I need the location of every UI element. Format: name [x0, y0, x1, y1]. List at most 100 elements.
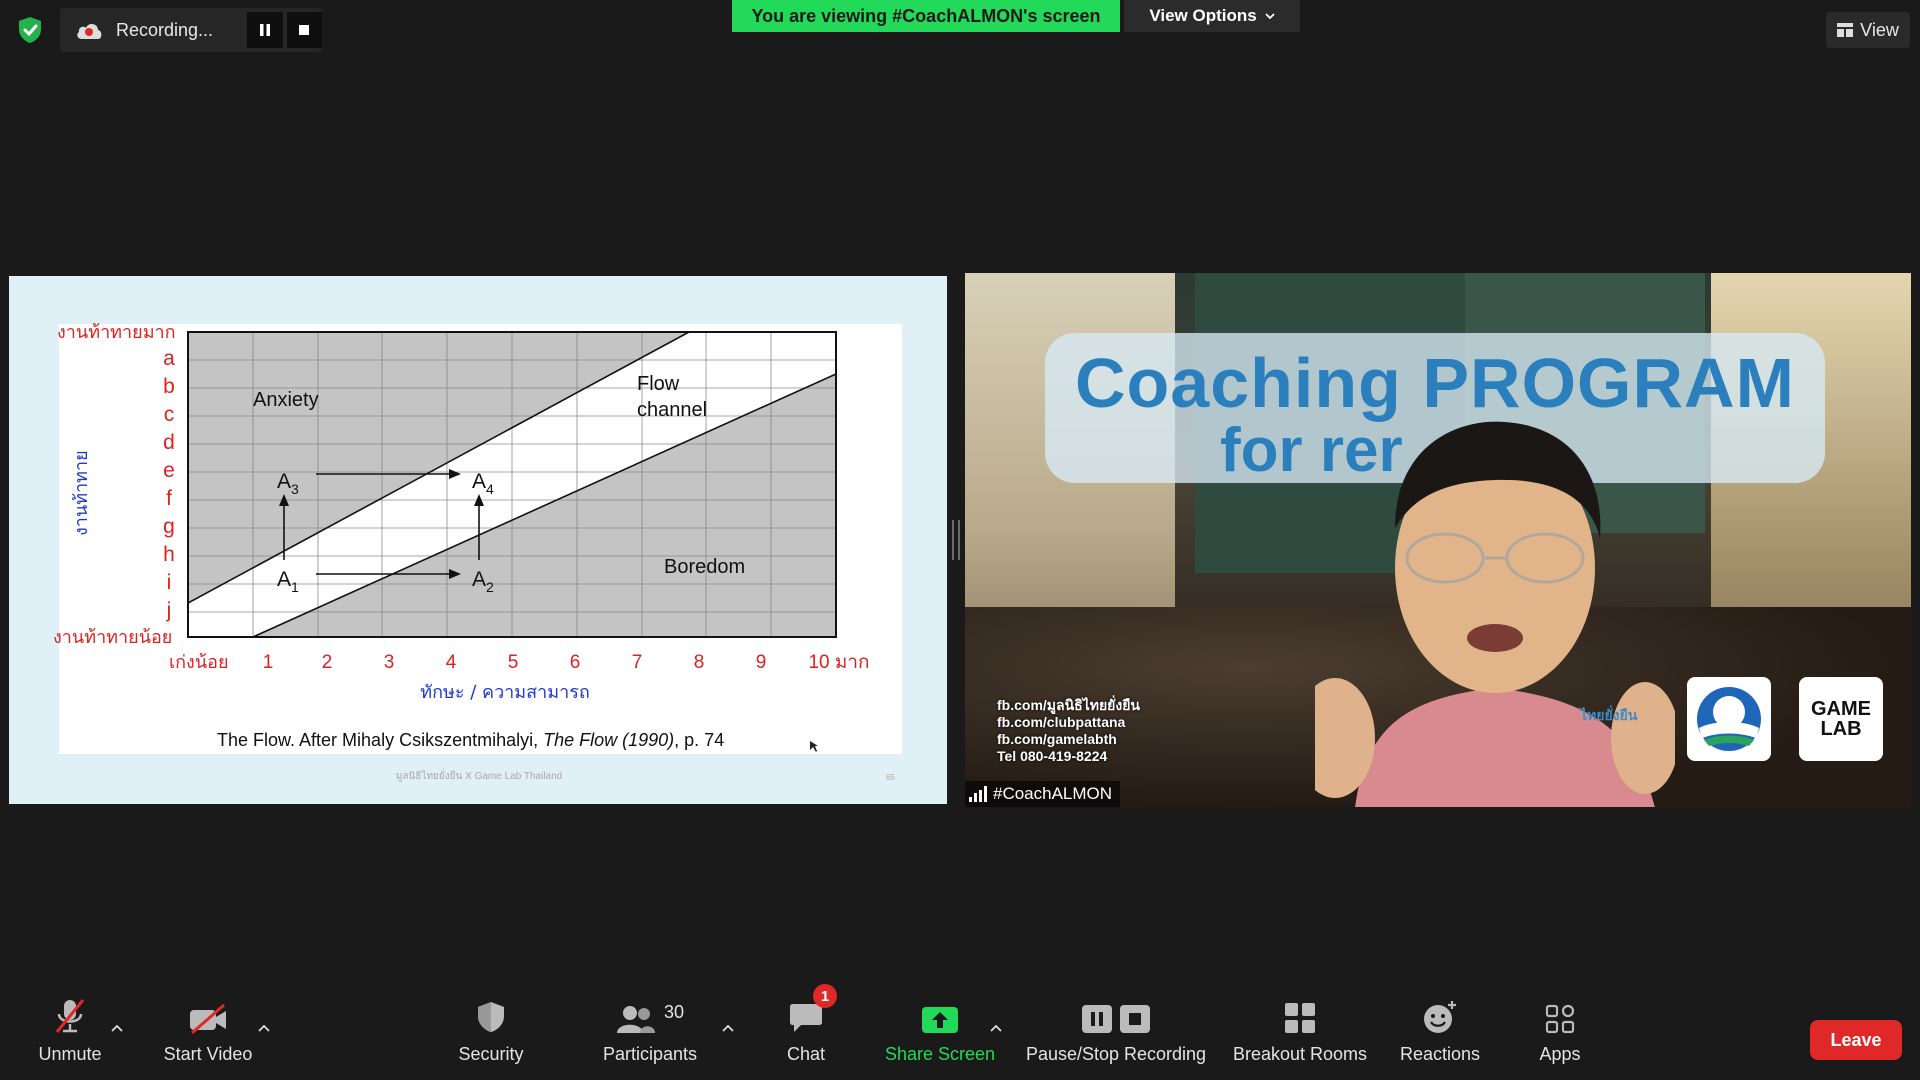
svg-text:j: j [166, 599, 172, 622]
start-video-label: Start Video [163, 1044, 253, 1064]
x-axis-title: ทักษะ / ความสามารถ [420, 682, 590, 703]
share-screen-label: Share Screen [884, 1044, 996, 1064]
y-letter-ticks: a b c d e f g h i j [163, 347, 175, 622]
video-options-caret[interactable] [254, 1018, 274, 1038]
cloud-recording-icon [74, 19, 104, 41]
participant-name-tag: #CoachALMON [965, 781, 1121, 807]
apps-label: Apps [1539, 1044, 1581, 1064]
speaker-video-tile[interactable]: Coaching PROGRAM for rer fb.com/มูลนิธิไ… [965, 273, 1911, 807]
recording-indicator: Recording... [60, 8, 322, 52]
share-screen-button[interactable]: Share Screen [880, 990, 1000, 1080]
apps-button[interactable]: Apps [1530, 990, 1590, 1080]
start-video-button[interactable]: Start Video [158, 990, 258, 1080]
foundation-logo [1687, 677, 1771, 761]
point-a2-sub: 2 [486, 579, 494, 595]
participants-icon [616, 1006, 655, 1033]
svg-text:c: c [164, 403, 175, 426]
svg-text:8: 8 [694, 652, 705, 673]
slide-watermark: มูลนิธิไทยยั่งยืน X Game Lab Thailand [395, 771, 563, 782]
svg-text:7: 7 [632, 652, 643, 673]
chat-button[interactable]: 1 Chat [776, 984, 837, 1080]
shield-check-icon [19, 17, 41, 43]
point-a3-sub: 3 [291, 481, 299, 497]
security-button[interactable]: Security [451, 990, 531, 1080]
share-screen-icon [922, 1007, 958, 1033]
svg-text:4: 4 [446, 652, 457, 673]
participant-name: #CoachALMON [993, 784, 1113, 803]
region-anxiety: Anxiety [253, 389, 319, 411]
stop-recording-button[interactable] [286, 12, 322, 48]
view-options-label: View Options [1149, 6, 1257, 25]
pause-recording-button[interactable] [247, 12, 283, 48]
svg-text:2: 2 [322, 652, 333, 673]
pause-icon [260, 24, 271, 36]
chevron-up-icon [722, 1024, 734, 1032]
pause-stop-recording-button[interactable]: Pause/Stop Recording [1024, 990, 1208, 1080]
speaker-person [1315, 421, 1675, 807]
leave-meeting-button[interactable]: Leave [1810, 1020, 1902, 1060]
breakout-rooms-button[interactable]: Breakout Rooms [1230, 990, 1370, 1080]
view-layout-button[interactable]: View [1826, 12, 1910, 48]
svg-text:10 มาก: 10 มาก [808, 652, 869, 673]
svg-text:f: f [166, 487, 172, 510]
signal-strength-icon [969, 786, 987, 802]
unmute-button[interactable]: Unmute [28, 990, 112, 1080]
svg-text:9: 9 [756, 652, 767, 673]
svg-text:b: b [163, 375, 175, 398]
y-bottom-label: งานท้าทายน้อย [53, 627, 172, 648]
svg-text:e: e [163, 459, 175, 482]
participants-options-caret[interactable] [718, 1018, 738, 1038]
breakout-rooms-icon [1285, 1003, 1315, 1033]
share-options-caret[interactable] [986, 1018, 1006, 1038]
view-options-dropdown[interactable]: View Options [1124, 0, 1300, 32]
point-a1-sub: 1 [291, 579, 299, 595]
svg-text:a: a [163, 347, 175, 370]
point-a4-sub: 4 [486, 481, 494, 497]
breakout-rooms-label: Breakout Rooms [1232, 1044, 1368, 1064]
reactions-label: Reactions [1399, 1044, 1481, 1064]
viewing-screen-banner: You are viewing #CoachALMON's screen [732, 0, 1120, 32]
security-label: Security [458, 1044, 524, 1064]
svg-text:g: g [163, 515, 175, 538]
region-flow-line1: Flow [637, 373, 680, 395]
y-top-label: งานท้าทายมาก [57, 322, 176, 343]
apps-icon [1545, 1004, 1575, 1034]
chevron-up-icon [990, 1024, 1002, 1032]
video-camera-off-icon [190, 1004, 226, 1034]
chat-bubble-icon [790, 1004, 822, 1032]
svg-text:5: 5 [508, 652, 519, 673]
participants-count: 30 [663, 1001, 685, 1022]
chat-label: Chat [786, 1044, 826, 1064]
game-lab-logo: GAME LAB [1799, 677, 1883, 761]
shield-icon [478, 1002, 504, 1032]
split-divider-handle[interactable] [952, 520, 960, 560]
x-start-label: เก่งน้อย [169, 652, 229, 673]
microphone-muted-icon [55, 999, 85, 1033]
point-a1: A [277, 568, 291, 591]
svg-text:6: 6 [570, 652, 581, 673]
svg-text:1: 1 [263, 652, 274, 673]
chevron-up-icon [258, 1024, 270, 1032]
unmute-label: Unmute [38, 1044, 102, 1064]
participants-button[interactable]: 30 Participants [594, 990, 706, 1080]
chevron-down-icon [1265, 12, 1275, 19]
stop-recording-icon [1120, 1005, 1150, 1033]
svg-text:d: d [163, 431, 175, 454]
y-axis-title: งานท้าทาย [71, 450, 92, 536]
shared-screen-slide: Anxiety Flow channel Boredom A3 A4 A1 A2… [9, 276, 947, 804]
reactions-button[interactable]: Reactions [1398, 990, 1482, 1080]
region-boredom: Boredom [664, 556, 745, 578]
svg-text:3: 3 [384, 652, 395, 673]
point-a3: A [277, 470, 291, 493]
chat-unread-badge: 1 [813, 984, 837, 1008]
audio-options-caret[interactable] [107, 1018, 127, 1038]
reactions-smiley-icon [1424, 1001, 1456, 1033]
point-a4: A [472, 470, 486, 493]
mouse-cursor-icon [810, 741, 818, 752]
slide-page-mark: 65 [886, 773, 895, 782]
slide-caption: The Flow. After Mihaly Csikszentmihalyi,… [217, 730, 724, 750]
chevron-up-icon [111, 1024, 123, 1032]
x-number-ticks: 1 2 3 4 5 6 7 8 9 10 มาก [263, 652, 870, 673]
svg-text:h: h [163, 543, 175, 566]
security-status-button[interactable] [12, 12, 48, 48]
